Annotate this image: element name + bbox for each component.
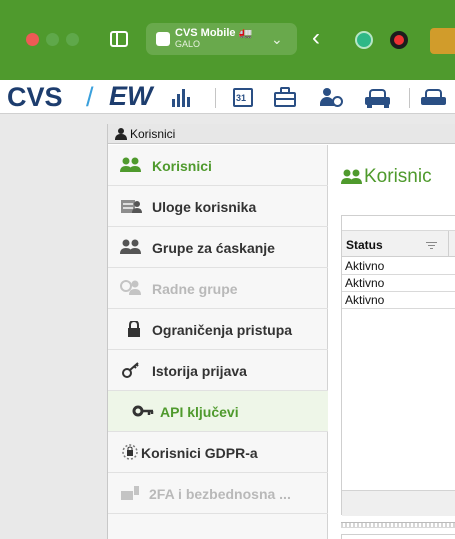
sidebar-item-gdpr[interactable]: Korisnici GDPR-a	[108, 432, 328, 473]
vehicle-icon[interactable]	[364, 85, 392, 109]
brand-logo-ew[interactable]: EW	[109, 81, 153, 111]
window-title: Korisnici	[130, 127, 176, 141]
sidebar-item-korisnici[interactable]: Korisnici	[108, 145, 328, 186]
sidebar-item-label: 2FA i bezbednosna ...	[149, 486, 291, 502]
extension-icon[interactable]	[390, 31, 408, 49]
users-icon	[120, 157, 141, 172]
column-header-status[interactable]: Status	[346, 238, 383, 252]
sidebar-item-2fa[interactable]: 2FA i bezbednosna ...	[108, 473, 328, 514]
tab-subtitle: GALO	[175, 39, 201, 49]
content-panel: Korisnic Status Aktivno Aktivno Aktivno	[329, 145, 455, 539]
table-header: Status	[342, 230, 455, 257]
chat-groups-icon	[120, 239, 141, 254]
api-key-icon	[132, 405, 154, 417]
sidebar-item-label: Radne grupe	[152, 281, 238, 297]
nav-divider	[215, 88, 216, 108]
window-maximize-button[interactable]	[66, 33, 79, 46]
status-cell: Aktivno	[345, 259, 385, 273]
key-icon	[122, 362, 139, 378]
status-cell: Aktivno	[345, 293, 385, 307]
gdpr-icon	[122, 444, 138, 460]
sidebar-item-label: Uloge korisnika	[152, 199, 257, 215]
2fa-icon	[121, 486, 139, 500]
app-header: CVS / EW 31	[0, 80, 455, 114]
sidebar-item-api-kljucevi[interactable]: API ključevi	[108, 391, 328, 432]
sidebar-item-grupe-caskanje[interactable]: Grupe za ćaskanje	[108, 227, 328, 268]
sidebar-item-ogranicenja[interactable]: Ograničenja pristupa	[108, 309, 328, 350]
toolbar-button[interactable]	[430, 28, 455, 54]
briefcase-icon[interactable]	[272, 85, 300, 109]
table-row[interactable]: Aktivno	[342, 275, 455, 292]
chevron-down-icon[interactable]: ⌄	[271, 30, 283, 48]
tab-title: CVS Mobile 🚛	[175, 27, 253, 39]
users-table: Status Aktivno Aktivno Aktivno	[341, 215, 455, 516]
user-settings-icon[interactable]	[318, 85, 346, 109]
sidebar-item-uloge[interactable]: Uloge korisnika	[108, 186, 328, 227]
user-roles-icon	[121, 200, 142, 213]
secondary-table	[341, 534, 455, 539]
sidebar-item-radne-grupe[interactable]: Radne grupe	[108, 268, 328, 309]
table-row[interactable]: Aktivno	[342, 292, 455, 309]
vehicle-alt-icon[interactable]	[420, 85, 448, 109]
filter-icon[interactable]	[426, 242, 437, 249]
user-icon	[115, 128, 127, 140]
sidebar-item-label: API ključevi	[160, 404, 239, 420]
splitter-handle[interactable]	[341, 522, 455, 528]
calendar-icon[interactable]: 31	[230, 85, 258, 109]
table-row[interactable]: Aktivno	[342, 258, 455, 275]
sidebar: Korisnici Uloge korisnika Grupe za ćaska…	[108, 145, 328, 539]
users-icon	[341, 169, 362, 184]
window-titlebar[interactable]: Korisnici	[108, 124, 455, 144]
sidebar-item-istorija-prijava[interactable]: Istorija prijava	[108, 350, 328, 391]
sidebar-item-label: Korisnici GDPR-a	[141, 445, 258, 461]
shopping-bag-icon	[156, 32, 170, 46]
grammarly-extension-icon[interactable]	[355, 31, 373, 49]
table-footer	[342, 490, 455, 516]
brand-logo-slash: /	[86, 82, 94, 112]
sidebar-item-label: Korisnici	[152, 158, 212, 174]
sidebar-item-label: Ograničenja pristupa	[152, 322, 293, 338]
back-button[interactable]: ‹	[312, 24, 320, 52]
lock-icon	[128, 321, 140, 337]
window-minimize-button[interactable]	[46, 33, 59, 46]
sidebar-item-label: Grupe za ćaskanje	[152, 240, 275, 256]
sidebar-item-label: Istorija prijava	[152, 363, 247, 379]
users-window: Korisnici Korisnici Uloge korisnika Grup…	[107, 124, 455, 539]
nav-divider	[409, 88, 410, 108]
statistics-icon[interactable]	[168, 85, 196, 109]
brand-logo-cvs[interactable]: CVS	[7, 82, 63, 112]
browser-tab[interactable]: CVS Mobile 🚛 GALO ⌄	[146, 23, 297, 55]
page-title: Korisnic	[364, 166, 432, 187]
sidebar-toggle-icon[interactable]	[110, 31, 128, 47]
window-close-button[interactable]	[26, 33, 39, 46]
status-cell: Aktivno	[345, 276, 385, 290]
work-groups-icon	[120, 280, 141, 295]
column-divider[interactable]	[448, 231, 449, 257]
browser-titlebar: CVS Mobile 🚛 GALO ⌄ ‹	[0, 0, 455, 80]
